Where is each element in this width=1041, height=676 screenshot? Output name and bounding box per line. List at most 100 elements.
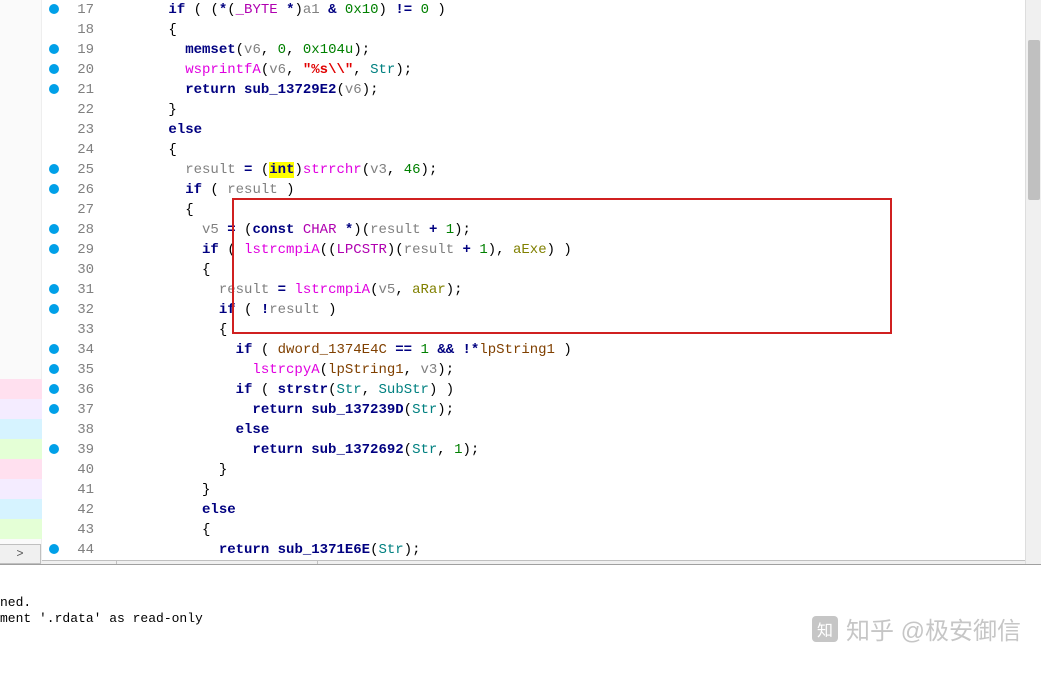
code-text[interactable]: memset(v6, 0, 0x104u); (98, 42, 370, 58)
code-text[interactable]: return sub_1372692(Str, 1); (98, 442, 479, 458)
code-text[interactable]: wsprintfA(v6, "%s\\", Str); (98, 62, 412, 78)
breakpoint-dot-icon (49, 384, 59, 394)
breakpoint-gutter[interactable] (42, 162, 66, 178)
code-text[interactable]: { (98, 142, 177, 158)
breakpoint-gutter[interactable] (42, 222, 66, 238)
code-text[interactable]: if ( result ) (98, 182, 294, 198)
breakpoint-gutter[interactable] (42, 382, 66, 398)
overview-stripe (0, 379, 42, 399)
breakpoint-gutter[interactable] (42, 82, 66, 98)
code-line[interactable]: 31 result = lstrcmpiA(v5, aRar); (42, 280, 1041, 300)
overview-stripe (0, 459, 42, 479)
code-line[interactable]: 26 if ( result ) (42, 180, 1041, 200)
code-text[interactable]: { (98, 522, 210, 538)
line-number: 44 (66, 542, 98, 558)
code-line[interactable]: 38 else (42, 420, 1041, 440)
code-text[interactable]: else (98, 122, 202, 138)
code-text[interactable]: lstrcpyA(lpString1, v3); (98, 362, 454, 378)
line-number: 23 (66, 122, 98, 138)
code-text[interactable]: return sub_1371E6E(Str); (98, 542, 421, 558)
code-line[interactable]: 39 return sub_1372692(Str, 1); (42, 440, 1041, 460)
code-line[interactable]: 20 wsprintfA(v6, "%s\\", Str); (42, 60, 1041, 80)
line-number: 32 (66, 302, 98, 318)
code-text[interactable]: if ( lstrcmpiA((LPCSTR)(result + 1), aEx… (98, 242, 572, 258)
main-layout: > 17 if ( (*(_BYTE *)a1 & 0x10) != 0 )18… (0, 0, 1041, 565)
code-text[interactable]: { (98, 262, 210, 278)
scrollbar-thumb[interactable] (1028, 40, 1040, 200)
code-line[interactable]: 41 } (42, 480, 1041, 500)
line-number: 36 (66, 382, 98, 398)
status-bar: 00001D05 sub_13728B8:13 (1372905) (42, 560, 1041, 564)
breakpoint-gutter[interactable] (42, 362, 66, 378)
line-number: 21 (66, 82, 98, 98)
breakpoint-gutter[interactable] (42, 242, 66, 258)
code-line[interactable]: 18 { (42, 20, 1041, 40)
code-text[interactable]: if ( dword_1374E4C == 1 && !*lpString1 ) (98, 342, 572, 358)
code-line[interactable]: 25 result = (int)strrchr(v3, 46); (42, 160, 1041, 180)
breakpoint-dot-icon (49, 64, 59, 74)
code-line[interactable]: 24 { (42, 140, 1041, 160)
breakpoint-gutter[interactable] (42, 342, 66, 358)
code-line[interactable]: 32 if ( !result ) (42, 300, 1041, 320)
code-line[interactable]: 42 else (42, 500, 1041, 520)
code-text[interactable]: v5 = (const CHAR *)(result + 1); (98, 222, 471, 238)
breakpoint-gutter[interactable] (42, 282, 66, 298)
code-line[interactable]: 34 if ( dword_1374E4C == 1 && !*lpString… (42, 340, 1041, 360)
breakpoint-dot-icon (49, 284, 59, 294)
breakpoint-gutter[interactable] (42, 442, 66, 458)
breakpoint-dot-icon (49, 164, 59, 174)
code-line[interactable]: 33 { (42, 320, 1041, 340)
code-text[interactable]: else (98, 502, 236, 518)
code-line[interactable]: 43 { (42, 520, 1041, 540)
code-line[interactable]: 44 return sub_1371E6E(Str); (42, 540, 1041, 560)
line-number: 17 (66, 2, 98, 18)
left-gutter: > (0, 0, 42, 564)
code-line[interactable]: 30 { (42, 260, 1041, 280)
code-line[interactable]: 23 else (42, 120, 1041, 140)
breakpoint-gutter[interactable] (42, 62, 66, 78)
code-line[interactable]: 17 if ( (*(_BYTE *)a1 & 0x10) != 0 ) (42, 0, 1041, 20)
code-line[interactable]: 22 } (42, 100, 1041, 120)
gutter-expand-button[interactable]: > (0, 544, 41, 564)
code-text[interactable]: if ( !result ) (98, 302, 337, 318)
code-line[interactable]: 37 return sub_137239D(Str); (42, 400, 1041, 420)
code-text[interactable]: return sub_137239D(Str); (98, 402, 454, 418)
code-text[interactable]: if ( strstr(Str, SubStr) ) (98, 382, 454, 398)
code-text[interactable]: return sub_13729E2(v6); (98, 82, 379, 98)
breakpoint-dot-icon (49, 344, 59, 354)
code-text[interactable]: } (98, 482, 210, 498)
code-line[interactable]: 28 v5 = (const CHAR *)(result + 1); (42, 220, 1041, 240)
line-number: 34 (66, 342, 98, 358)
line-number: 37 (66, 402, 98, 418)
code-line[interactable]: 40 } (42, 460, 1041, 480)
code-text[interactable]: { (98, 22, 177, 38)
code-line[interactable]: 21 return sub_13729E2(v6); (42, 80, 1041, 100)
code-text[interactable]: { (98, 322, 227, 338)
breakpoint-gutter[interactable] (42, 302, 66, 318)
breakpoint-dot-icon (49, 4, 59, 14)
breakpoint-gutter[interactable] (42, 402, 66, 418)
code-line[interactable]: 36 if ( strstr(Str, SubStr) ) (42, 380, 1041, 400)
line-number: 28 (66, 222, 98, 238)
breakpoint-dot-icon (49, 544, 59, 554)
breakpoint-gutter[interactable] (42, 182, 66, 198)
code-line[interactable]: 27 { (42, 200, 1041, 220)
code-text[interactable]: else (98, 422, 269, 438)
line-number: 42 (66, 502, 98, 518)
breakpoint-gutter[interactable] (42, 2, 66, 18)
breakpoint-gutter[interactable] (42, 542, 66, 558)
line-number: 30 (66, 262, 98, 278)
code-line[interactable]: 19 memset(v6, 0, 0x104u); (42, 40, 1041, 60)
code-line[interactable]: 29 if ( lstrcmpiA((LPCSTR)(result + 1), … (42, 240, 1041, 260)
code-text[interactable]: if ( (*(_BYTE *)a1 & 0x10) != 0 ) (98, 2, 446, 18)
code-text[interactable]: } (98, 462, 227, 478)
overview-stripe (0, 479, 42, 499)
code-lines[interactable]: 17 if ( (*(_BYTE *)a1 & 0x10) != 0 )18 {… (42, 0, 1041, 560)
code-line[interactable]: 35 lstrcpyA(lpString1, v3); (42, 360, 1041, 380)
code-text[interactable]: } (98, 102, 177, 118)
breakpoint-gutter[interactable] (42, 42, 66, 58)
code-text[interactable]: result = (int)strrchr(v3, 46); (98, 162, 437, 178)
code-text[interactable]: { (98, 202, 194, 218)
code-text[interactable]: result = lstrcmpiA(v5, aRar); (98, 282, 463, 298)
vertical-scrollbar[interactable] (1025, 0, 1041, 564)
